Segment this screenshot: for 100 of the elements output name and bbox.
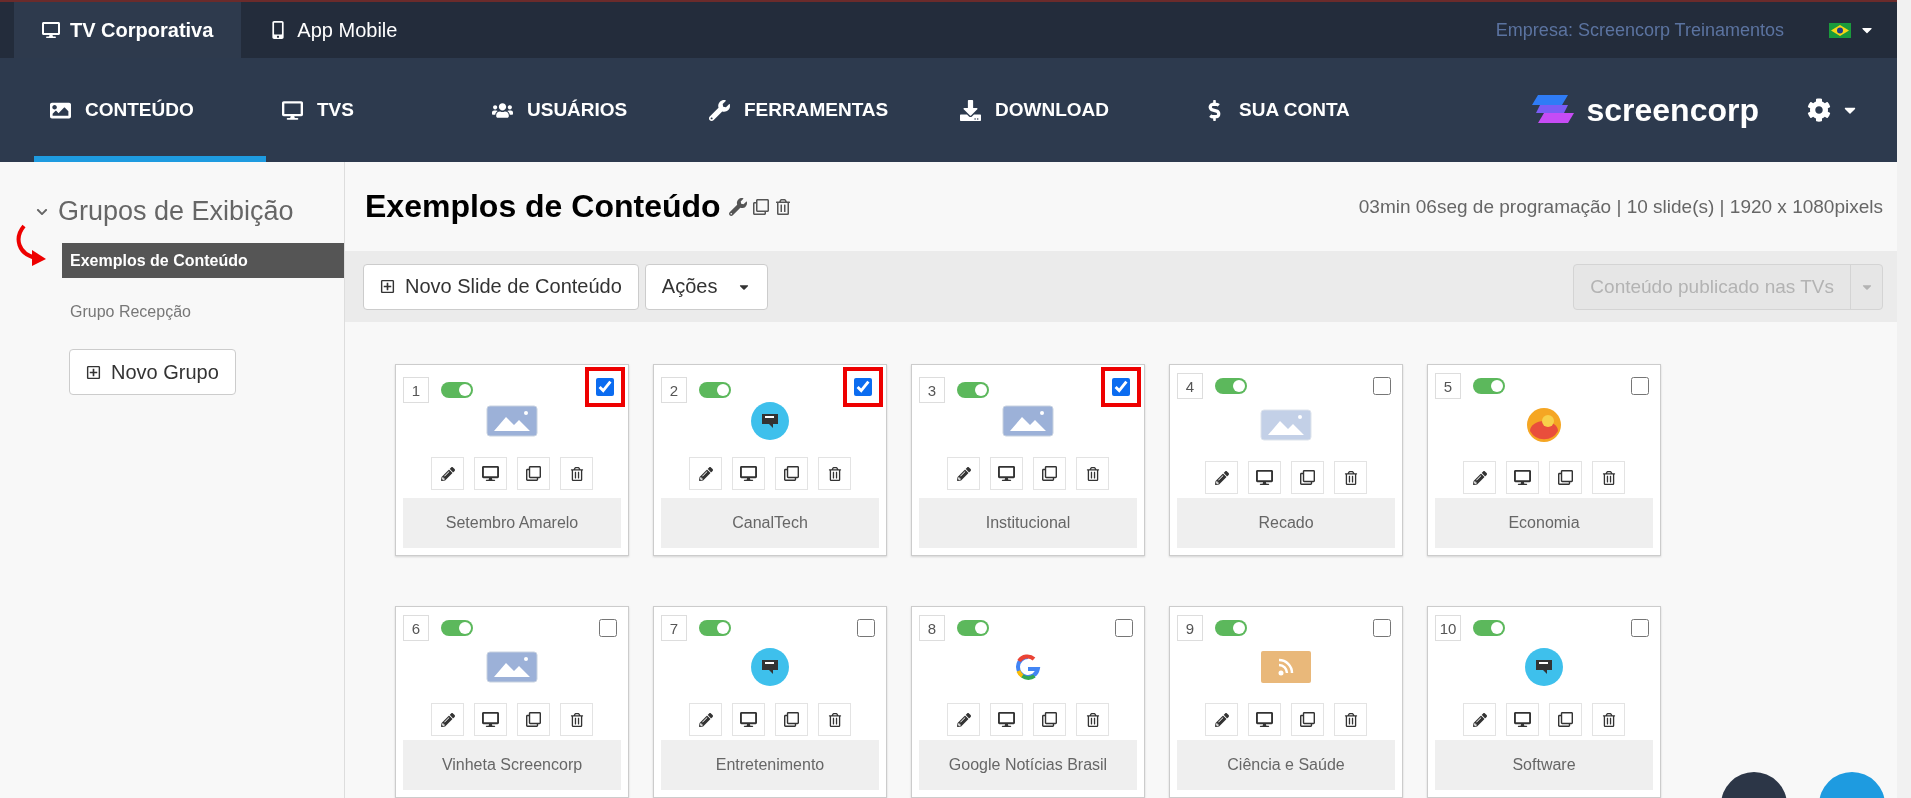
copy-button[interactable] xyxy=(1033,703,1066,736)
group-item[interactable]: Grupo Recepção xyxy=(62,294,344,329)
delete-button[interactable] xyxy=(1076,703,1109,736)
edit-button[interactable] xyxy=(1205,703,1238,736)
wrench-icon[interactable] xyxy=(728,197,747,216)
trash-icon xyxy=(827,466,842,481)
copy-button[interactable] xyxy=(1291,461,1324,494)
copy-icon[interactable] xyxy=(752,198,769,215)
toggle-switch[interactable] xyxy=(1215,620,1247,636)
slide-name: CanalTech xyxy=(661,498,879,548)
edit-button[interactable] xyxy=(947,703,980,736)
edit-button[interactable] xyxy=(1463,461,1496,494)
edit-button[interactable] xyxy=(947,457,980,490)
preview-button[interactable] xyxy=(1248,461,1281,494)
copy-button[interactable] xyxy=(1291,703,1324,736)
edit-button[interactable] xyxy=(689,457,722,490)
trash-icon xyxy=(1601,712,1616,727)
delete-button[interactable] xyxy=(1334,703,1367,736)
copy-icon xyxy=(1300,712,1315,727)
preview-button[interactable] xyxy=(732,703,765,736)
nav-tab[interactable]: DOWNLOAD xyxy=(944,58,1188,162)
download-icon xyxy=(960,99,981,121)
copy-button[interactable] xyxy=(775,457,808,490)
nav-tab[interactable]: USUÁRIOS xyxy=(476,58,693,162)
copy-button[interactable] xyxy=(1549,703,1582,736)
monitor-icon xyxy=(1514,711,1531,728)
sidebar-title: Grupos de Exibição xyxy=(58,196,294,227)
new-slide-button[interactable]: Novo Slide de Conteúdo xyxy=(363,263,639,310)
toggle-switch[interactable] xyxy=(957,620,989,636)
preview-button[interactable] xyxy=(474,457,507,490)
slide-checkbox[interactable] xyxy=(1631,377,1649,395)
slide-name: Setembro Amarelo xyxy=(403,498,621,548)
slide-checkbox[interactable] xyxy=(1373,619,1391,637)
slide-checkbox[interactable] xyxy=(596,378,614,396)
slide-checkbox[interactable] xyxy=(1112,378,1130,396)
toggle-switch[interactable] xyxy=(1215,378,1247,394)
edit-button[interactable] xyxy=(1463,703,1496,736)
scrollbar[interactable] xyxy=(1897,0,1911,798)
slide-checkbox[interactable] xyxy=(599,619,617,637)
nav-tab[interactable]: TVS xyxy=(266,58,476,162)
slide-checkbox[interactable] xyxy=(1373,377,1391,395)
slide-checkbox[interactable] xyxy=(1115,619,1133,637)
actions-button[interactable]: Ações xyxy=(644,263,769,310)
edit-button[interactable] xyxy=(431,703,464,736)
toggle-switch[interactable] xyxy=(441,620,473,636)
pencil-icon xyxy=(698,466,713,481)
copy-button[interactable] xyxy=(1033,457,1066,490)
pencil-icon xyxy=(698,712,713,727)
preview-button[interactable] xyxy=(1248,703,1281,736)
preview-button[interactable] xyxy=(732,457,765,490)
new-group-button[interactable]: Novo Grupo xyxy=(69,349,236,395)
delete-button[interactable] xyxy=(818,457,851,490)
copy-icon xyxy=(1300,470,1315,485)
slide-number: 9 xyxy=(1177,615,1203,641)
settings-icon[interactable] xyxy=(1807,98,1831,122)
delete-button[interactable] xyxy=(560,703,593,736)
toggle-switch[interactable] xyxy=(699,620,731,636)
delete-button[interactable] xyxy=(560,457,593,490)
delete-button[interactable] xyxy=(1592,703,1625,736)
copy-button[interactable] xyxy=(1549,461,1582,494)
nav-tab[interactable]: CONTEÚDO xyxy=(34,58,266,162)
trash-icon xyxy=(569,466,584,481)
trash-icon[interactable] xyxy=(774,198,791,215)
group-item[interactable]: Exemplos de Conteúdo xyxy=(62,243,344,278)
monitor-icon xyxy=(282,99,303,121)
toggle-switch[interactable] xyxy=(1473,620,1505,636)
toggle-switch[interactable] xyxy=(1473,378,1505,394)
slide-name: Entretenimento xyxy=(661,740,879,790)
slide-checkbox[interactable] xyxy=(1631,619,1649,637)
copy-icon xyxy=(1042,466,1057,481)
preview-button[interactable] xyxy=(990,703,1023,736)
preview-button[interactable] xyxy=(474,703,507,736)
chat-logo-icon xyxy=(751,648,789,686)
top-tab[interactable]: TV Corporativa xyxy=(14,2,242,58)
flag-icon[interactable] xyxy=(1829,22,1851,38)
preview-button[interactable] xyxy=(1506,703,1539,736)
slide-checkbox[interactable] xyxy=(854,378,872,396)
preview-button[interactable] xyxy=(990,457,1023,490)
slide-checkbox[interactable] xyxy=(857,619,875,637)
toggle-switch[interactable] xyxy=(957,382,989,398)
company-name: Empresa: Screencorp Treinamentos xyxy=(1495,18,1784,42)
delete-button[interactable] xyxy=(1592,461,1625,494)
nav-tab[interactable]: SUA CONTA xyxy=(1188,58,1408,162)
edit-button[interactable] xyxy=(431,457,464,490)
copy-button[interactable] xyxy=(517,457,550,490)
delete-button[interactable] xyxy=(818,703,851,736)
delete-button[interactable] xyxy=(1076,457,1109,490)
toggle-switch[interactable] xyxy=(699,382,731,398)
toggle-switch[interactable] xyxy=(441,382,473,398)
copy-button[interactable] xyxy=(517,703,550,736)
monitor-icon xyxy=(1514,469,1531,486)
delete-button[interactable] xyxy=(1334,461,1367,494)
edit-button[interactable] xyxy=(689,703,722,736)
preview-button[interactable] xyxy=(1506,461,1539,494)
copy-button[interactable] xyxy=(775,703,808,736)
edit-button[interactable] xyxy=(1205,461,1238,494)
image-placeholder-icon xyxy=(1260,409,1312,441)
top-tab[interactable]: App Mobile xyxy=(241,2,426,58)
slide-number: 6 xyxy=(403,615,429,641)
nav-tab[interactable]: FERRAMENTAS xyxy=(693,58,944,162)
